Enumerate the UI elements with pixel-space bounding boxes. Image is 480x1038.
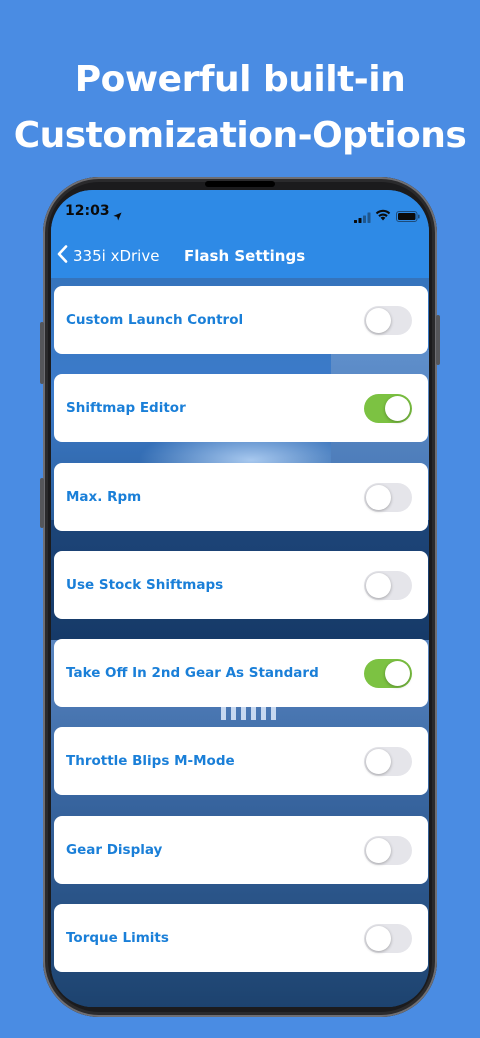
setting-label: Use Stock Shiftmaps	[66, 576, 224, 593]
promo-headline-line1: Powerful built-in	[74, 59, 406, 100]
status-bar: 12:03	[51, 190, 429, 234]
toggle-knob	[366, 484, 391, 510]
navigation-bar: 335i xDrive Flash Settings	[51, 234, 429, 278]
phone-speaker	[205, 181, 275, 187]
battery-icon	[396, 207, 420, 226]
phone-side-button-right	[436, 315, 440, 365]
throttle-blips-m-mode-toggle[interactable]	[364, 747, 412, 777]
page-title: Flash Settings	[184, 247, 306, 265]
toggle-knob	[385, 661, 410, 687]
setting-label: Torque Limits	[66, 930, 169, 947]
phone-screen: 12:03 335i xDrive Flash Settings Custom …	[51, 190, 429, 1007]
chevron-left-icon	[57, 245, 68, 267]
setting-row-torque-limits: Torque Limits	[54, 904, 428, 973]
take-off-2nd-gear-toggle[interactable]	[364, 659, 412, 689]
toggle-knob	[385, 396, 410, 422]
setting-label: Shiftmap Editor	[66, 400, 186, 417]
setting-row-custom-launch-control: Custom Launch Control	[54, 286, 428, 354]
wifi-icon	[375, 206, 391, 225]
setting-label: Gear Display	[66, 841, 163, 858]
settings-list: Custom Launch Control Shiftmap Editor Ma…	[54, 286, 428, 992]
toggle-knob	[366, 749, 391, 775]
back-button-label: 335i xDrive	[73, 247, 160, 265]
setting-row-throttle-blips-m-mode: Throttle Blips M-Mode	[54, 727, 428, 796]
toggle-knob	[366, 572, 391, 598]
setting-row-use-stock-shiftmaps: Use Stock Shiftmaps	[54, 550, 428, 619]
setting-row-take-off-2nd-gear: Take Off In 2nd Gear As Standard	[54, 639, 428, 708]
shiftmap-editor-toggle[interactable]	[364, 394, 412, 424]
phone-side-button-left-2	[40, 478, 44, 528]
setting-label: Max. Rpm	[66, 488, 142, 505]
max-rpm-toggle[interactable]	[364, 482, 412, 512]
cellular-signal-icon	[354, 208, 371, 227]
promo-headline-line2: Customization-Options	[13, 115, 467, 156]
status-time: 12:03	[65, 203, 110, 219]
torque-limits-toggle[interactable]	[364, 924, 412, 954]
setting-label: Custom Launch Control	[66, 312, 244, 328]
setting-row-gear-display: Gear Display	[54, 815, 428, 884]
promo-headline: Powerful built-in Customization-Options	[0, 52, 480, 164]
gear-display-toggle[interactable]	[364, 835, 412, 865]
toggle-knob	[366, 308, 391, 333]
toggle-knob	[366, 837, 391, 863]
setting-row-max-rpm: Max. Rpm	[54, 462, 428, 531]
toggle-knob	[366, 926, 391, 952]
phone-side-button-left-1	[40, 322, 44, 384]
setting-row-shiftmap-editor: Shiftmap Editor	[54, 374, 428, 443]
location-arrow-icon	[113, 206, 122, 225]
back-button[interactable]: 335i xDrive	[57, 234, 159, 278]
use-stock-shiftmaps-toggle[interactable]	[364, 570, 412, 600]
setting-label: Take Off In 2nd Gear As Standard	[66, 665, 319, 682]
setting-label: Throttle Blips M-Mode	[66, 753, 235, 770]
custom-launch-control-toggle[interactable]	[364, 306, 412, 335]
